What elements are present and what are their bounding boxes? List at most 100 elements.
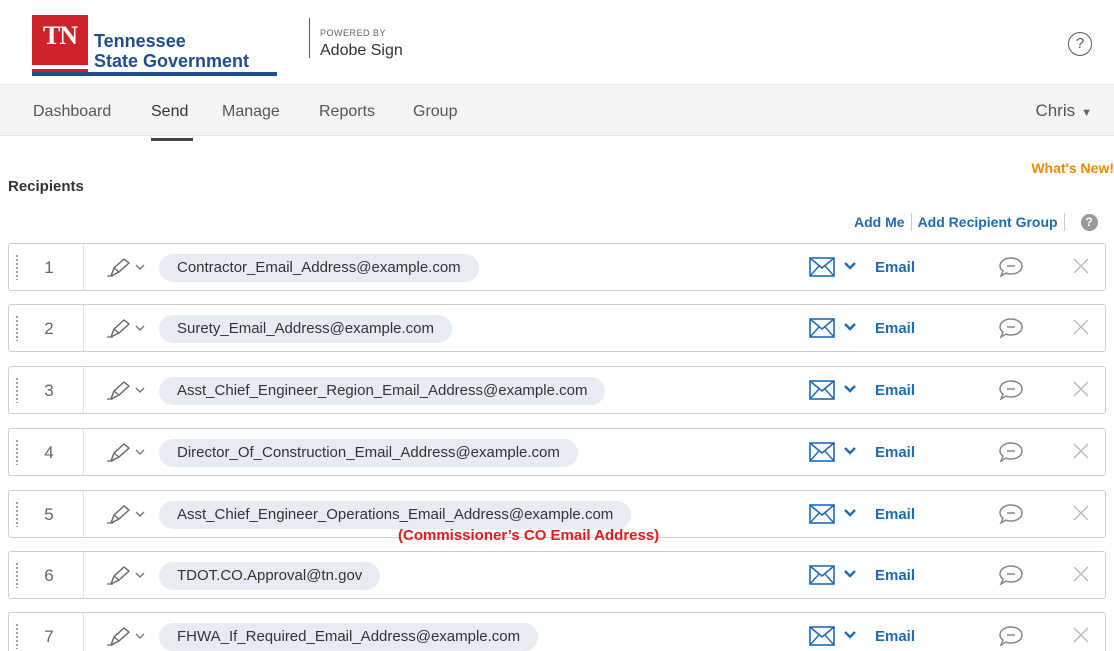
row-divider [83, 491, 84, 537]
close-icon[interactable] [1071, 441, 1091, 461]
speech-bubble-icon[interactable] [997, 255, 1025, 279]
pen-signer-icon [107, 381, 145, 400]
recipient-row: 1 Contractor_Email_Address@example.com E… [8, 243, 1106, 291]
envelope-icon[interactable] [809, 504, 835, 524]
row-divider [83, 613, 84, 651]
nav-group[interactable]: Group [413, 103, 457, 121]
chevron-down-icon[interactable] [843, 383, 857, 395]
pen-signer-icon [107, 627, 145, 646]
chevron-down-icon[interactable] [843, 445, 857, 457]
recipient-email-field[interactable]: Director_Of_Construction_Email_Address@e… [159, 439, 578, 467]
pen-signer-icon [107, 443, 145, 462]
chevron-down-icon[interactable] [843, 568, 857, 580]
row-divider [83, 305, 84, 351]
add-recipient-group-link[interactable]: Add Recipient Group [918, 214, 1058, 230]
drag-handle-icon[interactable] [15, 254, 19, 280]
recipient-row: 6 TDOT.CO.Approval@tn.gov Email [8, 551, 1106, 599]
speech-bubble-icon[interactable] [997, 563, 1025, 587]
recipient-row: 3 Asst_Chief_Engineer_Region_Email_Addre… [8, 366, 1106, 414]
tn-logo-name: Tennessee State Government [94, 31, 249, 71]
role-selector[interactable] [105, 439, 149, 465]
recipients-heading: Recipients [8, 178, 84, 195]
recipient-email-field[interactable]: TDOT.CO.Approval@tn.gov [159, 562, 381, 590]
tn-logo-box: TN [32, 15, 88, 75]
chevron-down-icon[interactable] [843, 260, 857, 272]
drag-handle-icon[interactable] [15, 623, 19, 649]
tn-logo[interactable]: TN Tennessee State Government [32, 12, 277, 78]
close-icon[interactable] [1071, 503, 1091, 523]
user-name: Chris [1035, 101, 1076, 120]
row-divider [83, 244, 84, 290]
nav-manage[interactable]: Manage [222, 103, 280, 121]
chevron-down-icon[interactable] [843, 507, 857, 519]
row-divider [83, 367, 84, 413]
recipient-number: 1 [44, 258, 54, 277]
delivery-method-label[interactable]: Email [875, 320, 915, 337]
app-header: TN Tennessee State Government POWERED BY… [0, 0, 1114, 84]
delivery-method-label[interactable]: Email [875, 444, 915, 461]
chevron-down-icon[interactable] [843, 321, 857, 333]
annotation-note: (Commissioner’s CO Email Address) [398, 527, 660, 544]
delivery-method-label[interactable]: Email [875, 382, 915, 399]
envelope-icon[interactable] [809, 442, 835, 462]
envelope-icon[interactable] [809, 626, 835, 646]
tn-logo-line2: State Government [94, 51, 250, 71]
header-divider [309, 18, 310, 58]
link-separator [910, 213, 912, 231]
role-selector[interactable] [105, 562, 149, 588]
speech-bubble-icon[interactable] [997, 624, 1025, 648]
delivery-method-label[interactable]: Email [875, 506, 915, 523]
delivery-method-label[interactable]: Email [875, 259, 915, 276]
chevron-down-icon[interactable] [843, 629, 857, 641]
help-icon[interactable]: ? [1068, 32, 1092, 56]
recipient-number: 6 [44, 566, 54, 585]
close-icon[interactable] [1071, 317, 1091, 337]
pen-signer-icon [107, 505, 145, 524]
recipient-number: 3 [44, 381, 54, 400]
speech-bubble-icon[interactable] [997, 316, 1025, 340]
envelope-icon[interactable] [809, 318, 835, 338]
recipients-help-icon[interactable]: ? [1080, 213, 1098, 231]
drag-handle-icon[interactable] [15, 377, 19, 403]
nav-dashboard[interactable]: Dashboard [33, 103, 111, 121]
delivery-method-label[interactable]: Email [875, 628, 915, 645]
row-divider [83, 552, 84, 598]
role-selector[interactable] [105, 623, 149, 649]
drag-handle-icon[interactable] [15, 562, 19, 588]
speech-bubble-icon[interactable] [997, 378, 1025, 402]
role-selector[interactable] [105, 315, 149, 341]
main-nav: Dashboard Send Manage Reports Group Chri… [0, 84, 1114, 141]
delivery-method-label[interactable]: Email [875, 567, 915, 584]
recipient-email-field[interactable]: Surety_Email_Address@example.com [159, 315, 452, 343]
recipient-email-field[interactable]: FHWA_If_Required_Email_Address@example.c… [159, 623, 539, 651]
envelope-icon[interactable] [809, 380, 835, 400]
role-selector[interactable] [105, 501, 149, 527]
link-separator [1063, 213, 1065, 231]
drag-handle-icon[interactable] [15, 501, 19, 527]
recipient-number: 5 [44, 505, 54, 524]
role-selector[interactable] [105, 254, 149, 280]
nav-send[interactable]: Send [151, 103, 188, 121]
role-selector[interactable] [105, 377, 149, 403]
user-menu[interactable]: Chris ▼ [1035, 101, 1092, 121]
close-icon[interactable] [1071, 379, 1091, 399]
drag-handle-icon[interactable] [15, 439, 19, 465]
envelope-icon[interactable] [809, 257, 835, 277]
caret-down-icon: ▼ [1081, 107, 1092, 119]
recipient-email-field[interactable]: Asst_Chief_Engineer_Operations_Email_Add… [159, 501, 632, 529]
speech-bubble-icon[interactable] [997, 440, 1025, 464]
pen-signer-icon [107, 319, 145, 338]
nav-reports[interactable]: Reports [319, 103, 375, 121]
close-icon[interactable] [1071, 564, 1091, 584]
tn-logo-letters: TN [42, 21, 78, 50]
drag-handle-icon[interactable] [15, 315, 19, 341]
recipient-email-field[interactable]: Asst_Chief_Engineer_Region_Email_Address… [159, 377, 606, 405]
speech-bubble-icon[interactable] [997, 502, 1025, 526]
add-me-link[interactable]: Add Me [854, 214, 905, 230]
close-icon[interactable] [1071, 256, 1091, 276]
whats-new-link[interactable]: What's New! [1031, 160, 1114, 176]
envelope-icon[interactable] [809, 565, 835, 585]
recipient-email-field[interactable]: Contractor_Email_Address@example.com [159, 254, 479, 282]
close-icon[interactable] [1071, 625, 1091, 645]
pen-signer-icon [107, 258, 145, 277]
